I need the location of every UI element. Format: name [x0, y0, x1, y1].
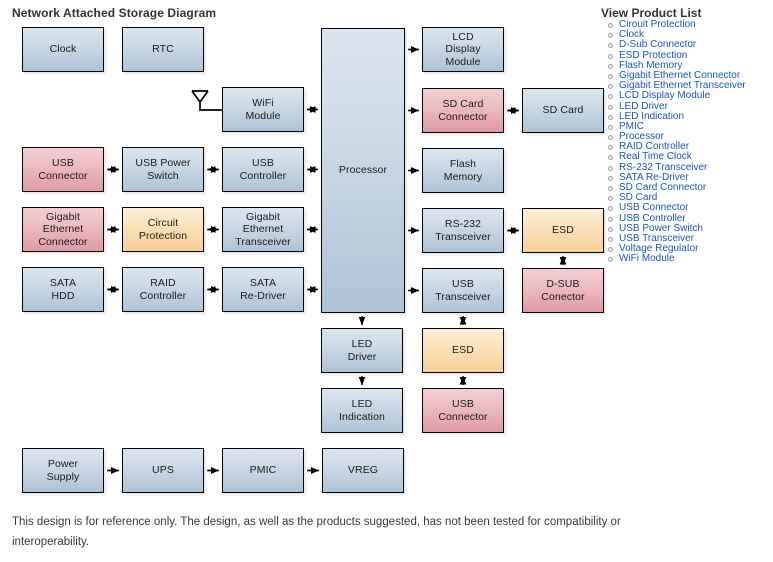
antenna-icon: [191, 90, 222, 111]
block-usb-pwr-sw[interactable]: USB Power Switch: [122, 147, 204, 192]
bullet-icon: [608, 53, 613, 59]
page-title: Network Attached Storage Diagram: [12, 6, 217, 20]
block-label: Gigabit Ethernet Connector: [38, 210, 88, 248]
block-led-driver[interactable]: LED Driver: [321, 328, 403, 373]
block-processor[interactable]: Processor: [321, 28, 405, 313]
bullet-icon: [608, 155, 613, 161]
product-list-item[interactable]: WiFi Module: [601, 254, 773, 264]
nas-block-diagram: Network Attached Storage Diagram View Pr…: [0, 0, 773, 562]
block-label: USB Connector: [438, 398, 488, 423]
bullet-icon: [608, 196, 613, 202]
block-esd-usb[interactable]: ESD: [422, 328, 504, 373]
bullet-icon: [608, 165, 613, 171]
block-label: RAID Controller: [139, 277, 187, 302]
bullet-icon: [608, 104, 613, 110]
block-label: Gigabit Ethernet Transceiver: [235, 210, 291, 248]
block-label: LED Driver: [347, 338, 377, 363]
block-wifi[interactable]: WiFi Module: [222, 87, 304, 132]
block-gbe-xcvr[interactable]: Gigabit Ethernet Transceiver: [222, 207, 304, 252]
bullet-icon: [608, 236, 613, 242]
bullet-icon: [608, 135, 613, 141]
bullet-icon: [608, 114, 613, 120]
block-label: WiFi Module: [245, 97, 281, 122]
block-label: LCD Display Module: [445, 30, 481, 68]
block-label: SD Card Connector: [438, 98, 488, 123]
block-sd-conn[interactable]: SD Card Connector: [422, 88, 504, 133]
product-list: Cirouit Protection Clock D-Sub Connector ES…: [601, 19, 773, 265]
block-usb-conn-l[interactable]: USB Connector: [22, 147, 104, 192]
block-sata-redrv[interactable]: SATA Re-Driver: [222, 267, 304, 312]
block-clock[interactable]: Clock: [22, 27, 104, 72]
antenna-icon-path: [191, 90, 222, 111]
block-label: RTC: [152, 43, 174, 56]
bullet-icon: [608, 63, 613, 69]
block-label: SD Card: [542, 104, 584, 117]
product-link[interactable]: WiFi Module: [619, 253, 675, 264]
block-label: USB Transceiver: [435, 278, 491, 303]
bullet-icon: [608, 23, 613, 28]
bullet-icon: [608, 247, 613, 253]
block-label: RS-232 Transceiver: [435, 218, 491, 243]
block-label: ESD: [452, 344, 474, 357]
bullet-icon: [608, 226, 613, 232]
block-usb-ctrl[interactable]: USB Controller: [222, 147, 304, 192]
bullet-icon: [608, 216, 613, 222]
bullet-icon: [608, 84, 613, 90]
block-label: SATA Re-Driver: [240, 277, 286, 302]
block-esd-dsub[interactable]: ESD: [522, 208, 604, 253]
block-dsub-conn[interactable]: D-SUB Conector: [522, 268, 604, 313]
block-vreg[interactable]: VREG: [322, 448, 404, 493]
block-raid-ctrl[interactable]: RAID Controller: [122, 267, 204, 312]
block-pmic[interactable]: PMIC: [222, 448, 304, 493]
bullet-icon: [608, 94, 613, 100]
bullet-icon: [608, 124, 613, 130]
block-label: PMIC: [249, 464, 277, 477]
block-power-supply[interactable]: Power Supply: [22, 448, 104, 493]
block-rs232[interactable]: RS-232 Transceiver: [422, 208, 504, 253]
block-flash-mem[interactable]: Flash Memory: [422, 148, 504, 193]
block-label: UPS: [152, 464, 174, 477]
block-label: D-SUB Conector: [541, 278, 585, 303]
bullet-icon: [608, 186, 613, 191]
bullet-icon: [608, 257, 613, 263]
block-label: Processor: [338, 164, 388, 177]
block-led-ind[interactable]: LED Indication: [321, 388, 403, 433]
block-usb-conn-r[interactable]: USB Connector: [422, 388, 504, 433]
product-list-title: View Product List: [601, 6, 702, 20]
block-label: Circuit Protection: [138, 217, 188, 242]
bullet-icon: [608, 206, 613, 212]
block-circuit-prot[interactable]: Circuit Protection: [122, 207, 204, 252]
block-label: ESD: [552, 224, 574, 237]
bullet-icon: [608, 33, 613, 39]
block-ups[interactable]: UPS: [122, 448, 204, 493]
block-sata-hdd[interactable]: SATA HDD: [22, 267, 104, 312]
block-usb-xcvr[interactable]: USB Transceiver: [422, 268, 504, 313]
block-label: VREG: [347, 464, 379, 477]
disclaimer-note: This design is for reference only. The d…: [12, 516, 621, 548]
block-label: Flash Memory: [443, 158, 483, 183]
block-label: SATA HDD: [49, 277, 77, 302]
block-gbe-conn[interactable]: Gigabit Ethernet Connector: [22, 207, 104, 252]
block-label: USB Power Switch: [135, 157, 191, 182]
bullet-icon: [608, 145, 613, 151]
block-label: Power Supply: [46, 458, 80, 483]
block-lcd[interactable]: LCD Display Module: [422, 27, 504, 72]
block-rtc[interactable]: RTC: [122, 27, 204, 72]
bullet-icon: [608, 43, 613, 49]
block-label: USB Connector: [38, 157, 88, 182]
bullet-icon: [608, 175, 613, 181]
block-label: USB Controller: [239, 157, 287, 182]
block-label: LED Indication: [339, 398, 385, 423]
block-label: Clock: [49, 43, 77, 56]
bullet-icon: [608, 73, 613, 79]
block-sd-card[interactable]: SD Card: [522, 88, 604, 133]
